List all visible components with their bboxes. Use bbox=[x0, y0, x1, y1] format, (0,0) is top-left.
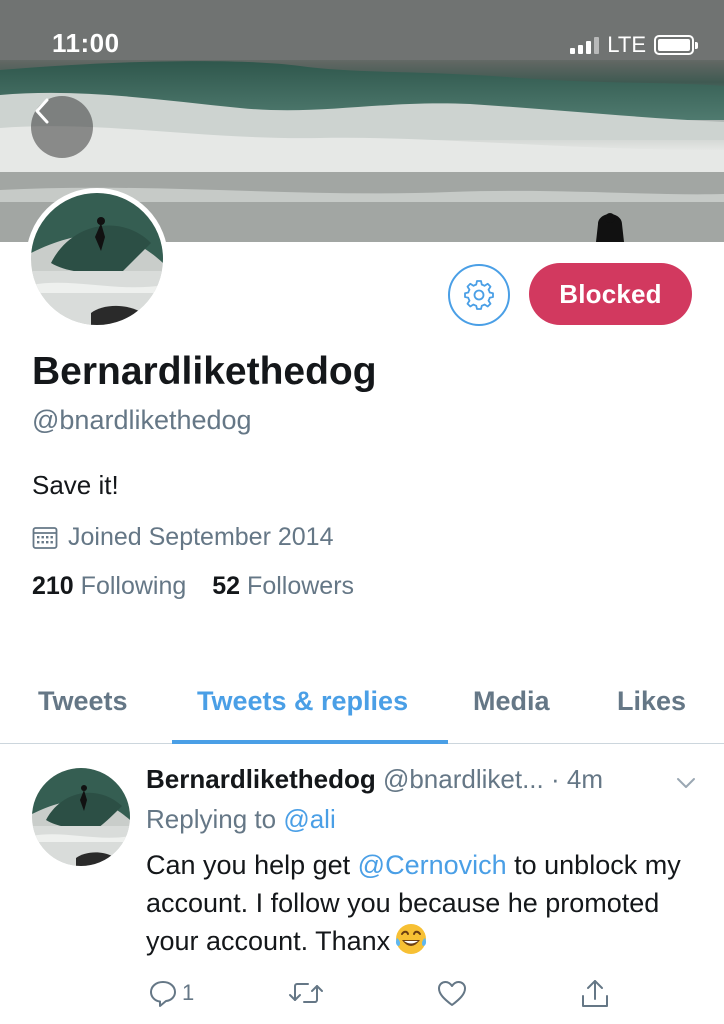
tweet-menu-button[interactable] bbox=[676, 776, 696, 795]
tweet-timestamp: · 4m bbox=[551, 764, 603, 794]
signal-icon bbox=[570, 36, 600, 54]
share-button[interactable] bbox=[580, 978, 610, 1010]
status-indicators: LTE bbox=[570, 32, 698, 58]
following-link[interactable]: 210 Following bbox=[32, 572, 186, 601]
tweet-text-part1: Can you help get bbox=[146, 850, 358, 880]
like-button[interactable] bbox=[436, 978, 468, 1008]
followers-count: 52 bbox=[212, 572, 241, 600]
retweet-icon bbox=[289, 983, 323, 1003]
tweet-avatar[interactable] bbox=[32, 768, 130, 866]
chevron-down-icon bbox=[677, 778, 695, 788]
active-tab-indicator bbox=[172, 740, 448, 744]
tab-likes[interactable]: Likes bbox=[617, 686, 686, 717]
reply-icon bbox=[150, 981, 176, 1007]
replying-prefix: Replying to bbox=[146, 804, 277, 834]
joined-date: Joined September 2014 bbox=[32, 523, 333, 552]
following-label: Following bbox=[80, 572, 187, 600]
status-time: 11:00 bbox=[52, 28, 120, 58]
heart-icon bbox=[438, 981, 466, 1006]
back-button[interactable] bbox=[31, 96, 93, 158]
chevron-left-icon bbox=[35, 98, 49, 124]
replying-to: Replying to @ali bbox=[146, 804, 336, 835]
reply-count: 1 bbox=[182, 980, 195, 1005]
tweet-text: Can you help get @Cernovich to unblock m… bbox=[146, 846, 706, 960]
avatar-photo bbox=[31, 193, 163, 325]
followers-link[interactable]: 52 Followers bbox=[212, 572, 354, 601]
avatar-photo bbox=[32, 768, 130, 866]
joined-text: Joined September 2014 bbox=[68, 523, 334, 551]
settings-button[interactable] bbox=[448, 264, 510, 326]
follow-stats: 210 Following 52 Followers bbox=[32, 572, 354, 601]
tweet-author-name[interactable]: Bernardlikethedog bbox=[146, 764, 376, 794]
profile-handle: @bnardlikethedog bbox=[32, 405, 252, 435]
calendar-icon bbox=[32, 526, 58, 549]
reply-button[interactable]: 1 bbox=[148, 978, 194, 1008]
replying-mention[interactable]: @ali bbox=[283, 804, 335, 834]
profile-tabs: Tweets Tweets & replies Media Likes bbox=[0, 672, 724, 744]
retweet-button[interactable] bbox=[288, 978, 324, 1008]
tweet-header: Bernardlikethedog @bnardliket... · 4m bbox=[146, 764, 706, 795]
network-label: LTE bbox=[607, 32, 646, 57]
tab-tweets[interactable]: Tweets bbox=[38, 686, 128, 717]
share-icon bbox=[582, 980, 608, 1007]
profile-avatar[interactable] bbox=[26, 188, 168, 330]
battery-icon bbox=[654, 35, 698, 55]
gear-icon bbox=[464, 280, 494, 310]
tweet-mention[interactable]: @Cernovich bbox=[358, 850, 507, 880]
tears-of-joy-emoji bbox=[396, 924, 427, 954]
status-bar: 11:00 LTE bbox=[0, 0, 724, 90]
followers-label: Followers bbox=[247, 572, 355, 600]
profile-display-name: Bernardlikethedog bbox=[32, 350, 377, 393]
tweet-author-handle[interactable]: @bnardliket... bbox=[383, 764, 544, 794]
profile-bio: Save it! bbox=[32, 470, 119, 500]
blocked-button[interactable]: Blocked bbox=[529, 263, 692, 325]
tab-media[interactable]: Media bbox=[473, 686, 550, 717]
tab-tweets-and-replies[interactable]: Tweets & replies bbox=[197, 686, 408, 717]
tweet-actions: 1 bbox=[146, 978, 666, 1014]
following-count: 210 bbox=[32, 572, 74, 600]
